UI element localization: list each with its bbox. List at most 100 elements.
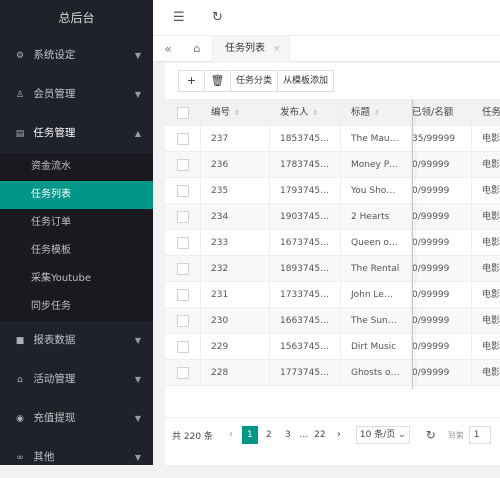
row-select[interactable]: [165, 126, 201, 151]
table-row[interactable]: 231 1733745… John Le… 0/99999 电影: [165, 282, 500, 308]
sub-item-fund-flow[interactable]: 资金流水: [0, 153, 153, 181]
prev-page-icon[interactable]: ‹: [223, 426, 239, 444]
fixed-column-divider: [412, 99, 413, 389]
row-select[interactable]: [165, 360, 201, 385]
checkbox[interactable]: [177, 340, 189, 353]
checkbox[interactable]: [177, 314, 189, 327]
sort-icon[interactable]: ⇕: [374, 109, 380, 117]
nav-group-tasks[interactable]: ▤ 任务管理 ▲: [0, 114, 153, 153]
checkbox[interactable]: [177, 366, 189, 379]
checkbox[interactable]: [177, 132, 189, 145]
row-select[interactable]: [165, 308, 201, 333]
chevron-down-icon: ▼: [134, 336, 141, 345]
cell-title: Dirt Music: [341, 334, 412, 359]
total-count: 共 220 条: [172, 431, 213, 442]
cell-quota: 0/99999: [412, 360, 472, 385]
trash-icon[interactable]: 🗑: [204, 70, 231, 92]
sub-item-task-orders[interactable]: 任务订单: [0, 209, 153, 237]
close-icon[interactable]: ×: [273, 44, 281, 54]
task-list-card: + 🗑 任务分类 从模板添加 编号 ⇕ 发布人 ⇕ 标题 ⇕ 已领/名额 任务 237…: [165, 63, 500, 465]
table-row[interactable]: 234 1903745… 2 Hearts 0/99999 电影: [165, 204, 500, 230]
row-select[interactable]: [165, 334, 201, 359]
home-icon[interactable]: ⌂: [186, 36, 208, 62]
nav-group-reports[interactable]: ■ 报表数据 ▼: [0, 321, 153, 360]
cell-type: 电影: [482, 264, 500, 274]
cell-title: The Mau…: [341, 126, 412, 151]
goto-page-input[interactable]: 1: [468, 426, 491, 444]
header-quota: 已领/名额: [412, 99, 472, 125]
chevron-down-icon: ▼: [134, 51, 141, 60]
row-select[interactable]: [165, 282, 201, 307]
header-label: 发布人: [280, 107, 309, 118]
cell-publisher: 1663745…: [270, 308, 341, 333]
sort-icon[interactable]: ⇕: [234, 109, 240, 117]
checkbox[interactable]: [177, 262, 189, 275]
header-label: 编号: [211, 107, 231, 118]
checkbox[interactable]: [177, 158, 189, 171]
sub-item-task-templates[interactable]: 任务模板: [0, 237, 153, 265]
nav-group-system-settings[interactable]: ⚙ 系统设定 ▼: [0, 36, 153, 75]
table-row[interactable]: 236 1783745… Money P… 0/99999 电影: [165, 152, 500, 178]
checkbox[interactable]: [177, 236, 189, 249]
checkbox[interactable]: [177, 184, 189, 197]
nav-group-recharge[interactable]: ◉ 充值提现 ▼: [0, 399, 153, 438]
nav-group-activities[interactable]: ⌂ 活动管理 ▼: [0, 360, 153, 399]
header-id[interactable]: 编号 ⇕: [201, 99, 270, 125]
table-row[interactable]: 237 1853745… The Mau… 35/99999 电影: [165, 126, 500, 152]
table-row[interactable]: 228 1773745… Ghosts o… 0/99999 电影: [165, 360, 500, 386]
row-select[interactable]: [165, 256, 201, 281]
category-button[interactable]: 任务分类: [230, 70, 279, 92]
next-page-icon[interactable]: ›: [331, 426, 347, 444]
row-select[interactable]: [165, 152, 201, 177]
header-publisher[interactable]: 发布人 ⇕: [270, 99, 341, 125]
goto-label: 到第: [447, 430, 464, 440]
nav-group-other[interactable]: ∞ 其他 ▼: [0, 438, 153, 477]
topbar: ☰ ↻: [153, 0, 500, 36]
chevron-down-icon: ▼: [134, 90, 141, 99]
table-row[interactable]: 229 1563745… Dirt Music 0/99999 电影: [165, 334, 500, 360]
page-3[interactable]: 3: [280, 426, 296, 444]
cell-quota: 0/99999: [412, 178, 472, 203]
cell-type: 电影: [482, 290, 500, 300]
cell-publisher: 1773745…: [270, 360, 341, 385]
page-1[interactable]: 1: [241, 426, 258, 444]
sub-item-sync-tasks[interactable]: 同步任务: [0, 293, 153, 321]
table-row[interactable]: 235 1793745… You Sho… 0/99999 电影: [165, 178, 500, 204]
header-select-all[interactable]: [165, 99, 201, 125]
checkbox[interactable]: [177, 210, 189, 223]
cell-title: Ghosts o…: [341, 360, 412, 385]
row-select[interactable]: [165, 230, 201, 255]
double-left-icon[interactable]: «: [157, 36, 179, 62]
tab-task-list[interactable]: 任务列表 ×: [212, 36, 290, 62]
cell-title: The Rental: [341, 256, 412, 281]
page-2[interactable]: 2: [261, 426, 277, 444]
sub-item-collect-youtube[interactable]: 采集Youtube: [0, 265, 153, 293]
refresh-icon[interactable]: ↻: [426, 428, 436, 442]
header-label: 标题: [351, 107, 371, 118]
nav-group-label: 充值提现: [33, 412, 76, 424]
tab-label: 任务列表: [225, 43, 265, 54]
gear-icon: ⚙: [15, 51, 25, 61]
table-row[interactable]: 230 1663745… The Sun… 0/99999 电影: [165, 308, 500, 334]
cell-title: John Le…: [341, 282, 412, 307]
from-template-button[interactable]: 从模板添加: [277, 70, 335, 92]
row-select[interactable]: [165, 204, 201, 229]
checkbox[interactable]: [177, 288, 189, 301]
cell-type: 电影: [482, 134, 500, 144]
indent-icon[interactable]: ☰: [173, 0, 185, 36]
cell-quota: 0/99999: [412, 308, 472, 333]
page-22[interactable]: 22: [312, 426, 328, 444]
table-row[interactable]: 233 1673745… Queen o… 0/99999 电影: [165, 230, 500, 256]
add-button[interactable]: +: [178, 70, 205, 92]
header-title[interactable]: 标题 ⇕: [341, 99, 412, 125]
refresh-icon[interactable]: ↻: [212, 0, 223, 36]
page-size-select[interactable]: 10 条/页 ⌄: [355, 426, 410, 444]
sub-item-task-list[interactable]: 任务列表: [0, 181, 153, 209]
row-select[interactable]: [165, 178, 201, 203]
sort-icon[interactable]: ⇕: [313, 109, 319, 117]
table-row[interactable]: 232 1893745… The Rental 0/99999 电影: [165, 256, 500, 282]
nav-group-members[interactable]: ♙ 会员管理 ▼: [0, 75, 153, 114]
page-size-value: 10 条/页: [359, 430, 396, 440]
cell-title: You Sho…: [341, 178, 412, 203]
checkbox[interactable]: [177, 106, 189, 119]
